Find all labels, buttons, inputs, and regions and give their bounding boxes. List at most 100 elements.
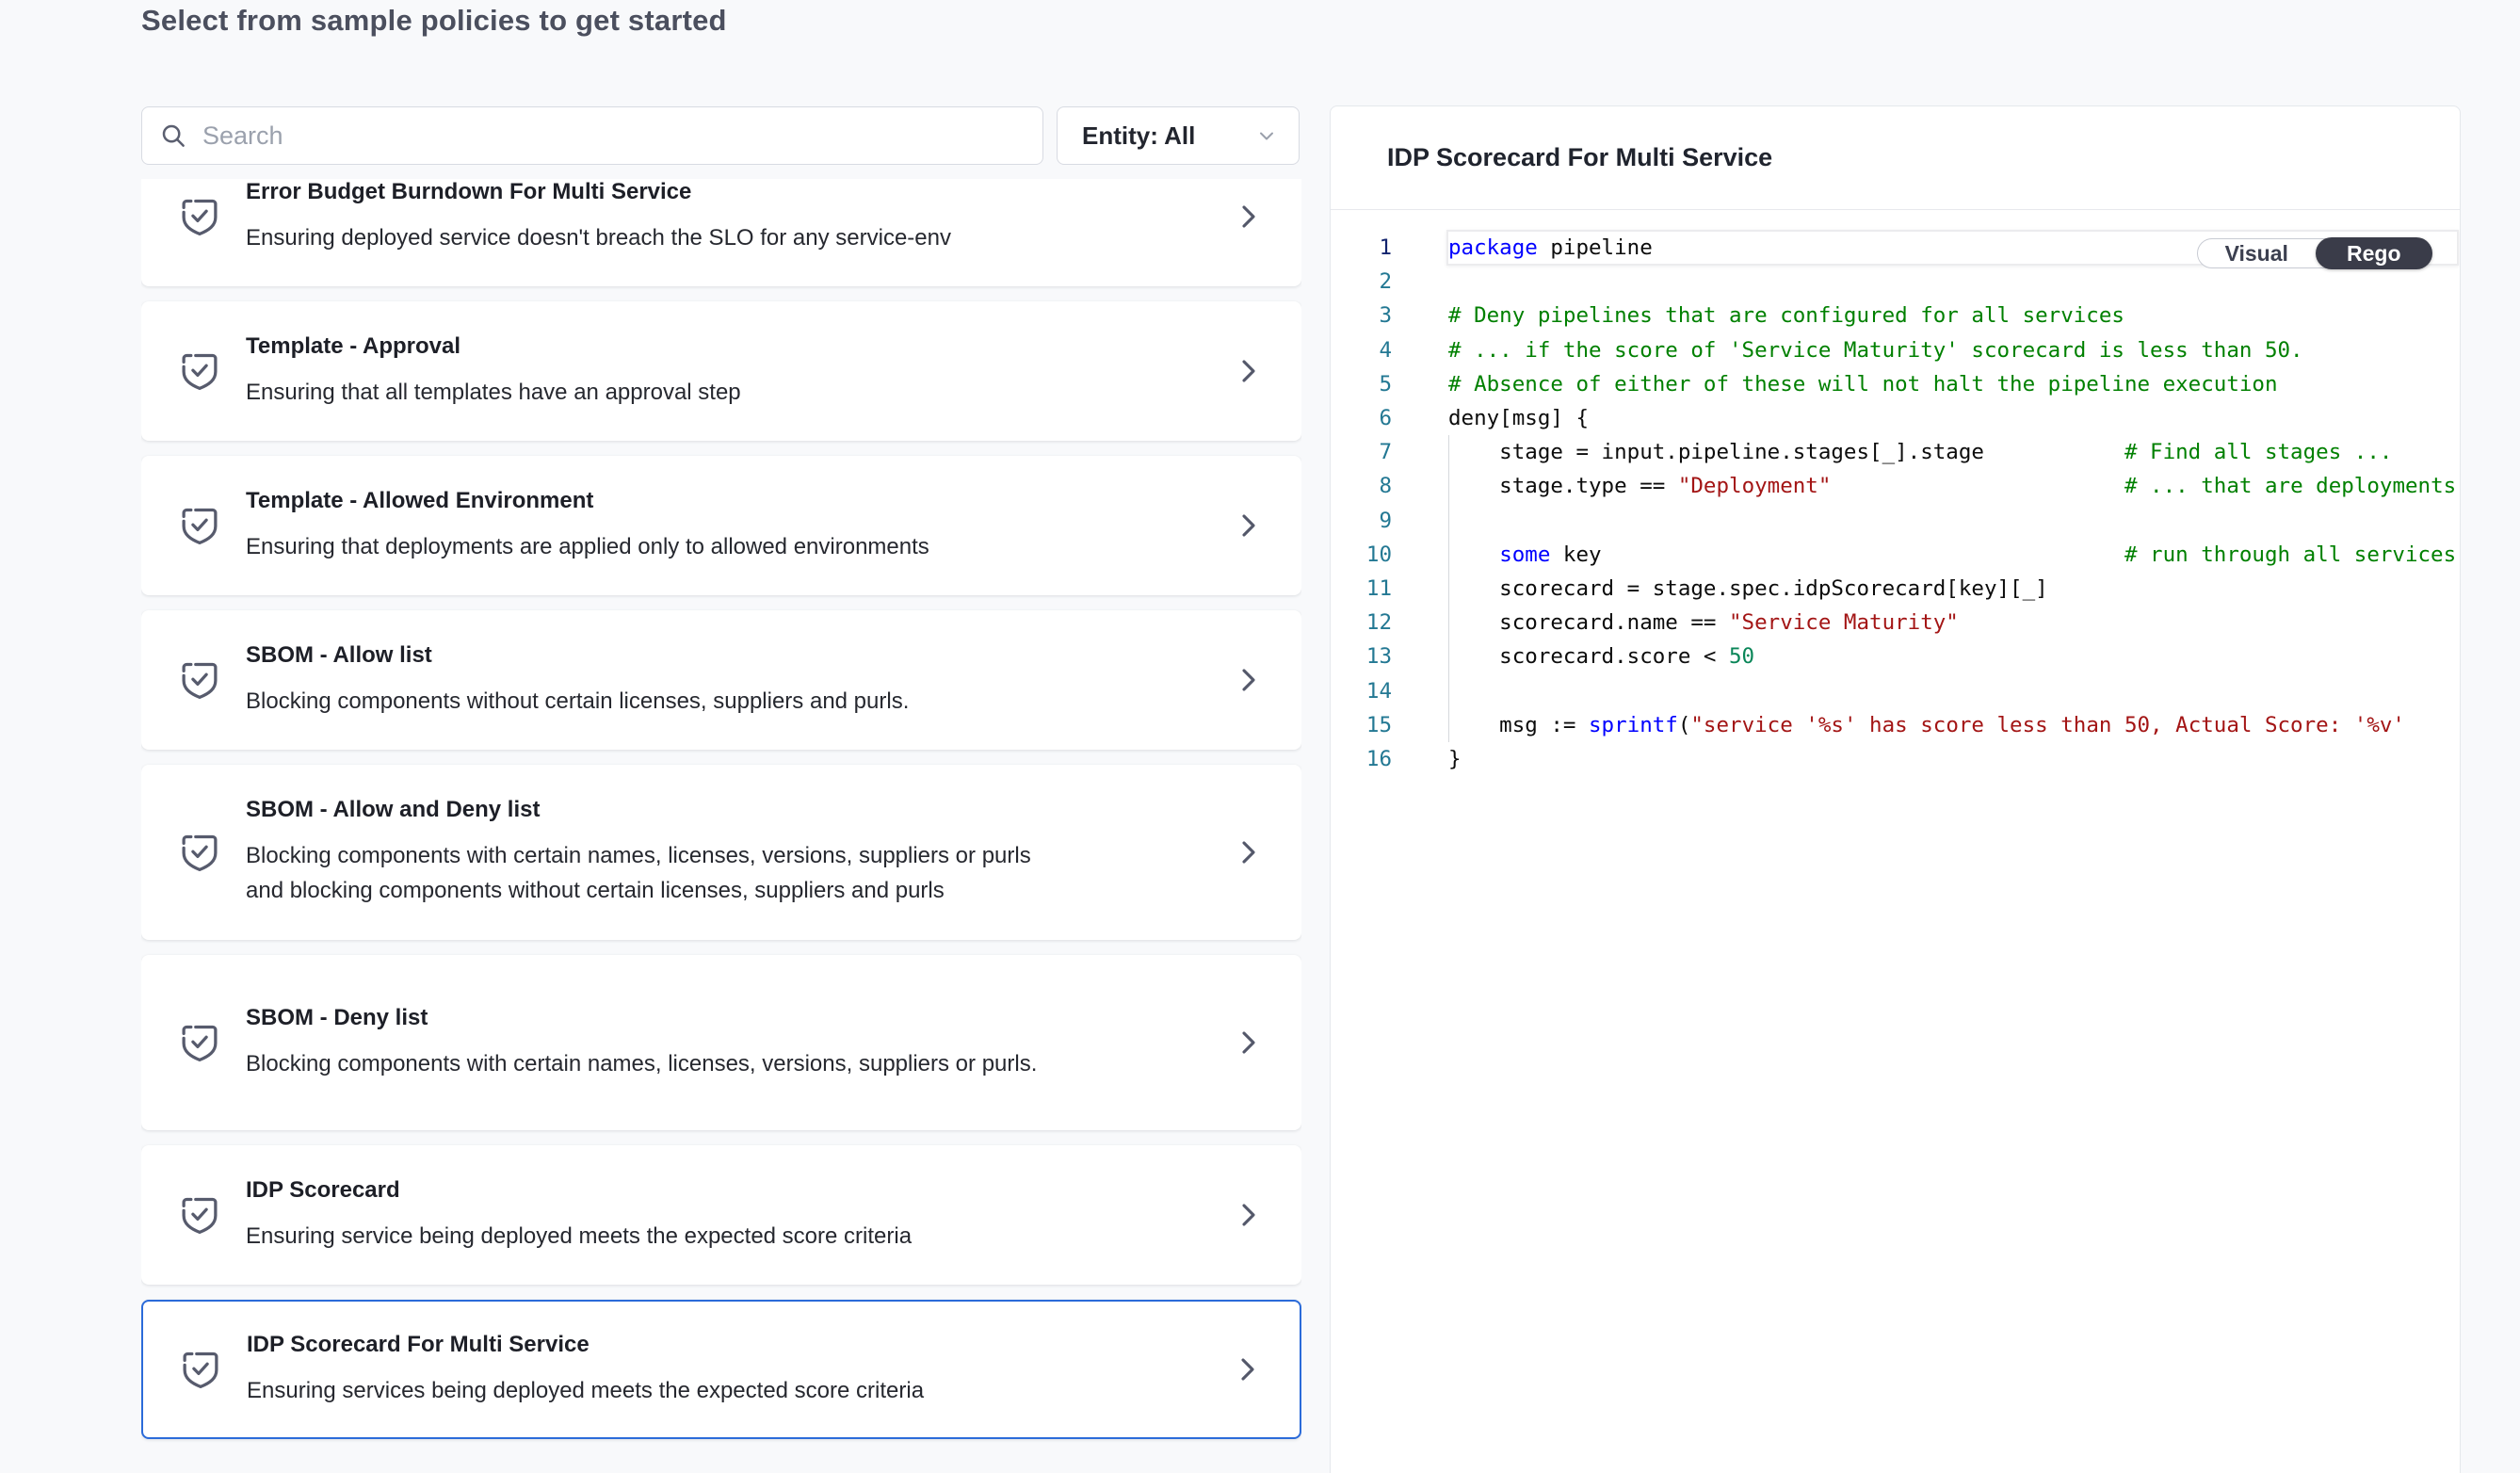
line-number: 11	[1331, 576, 1392, 601]
policy-shield-icon	[178, 830, 221, 875]
code-line-14: 14	[1331, 673, 2460, 707]
policy-card-1[interactable]: Template - Approval Ensuring that all te…	[141, 301, 1301, 441]
policy-shield-icon	[178, 503, 221, 548]
line-number: 9	[1331, 509, 1392, 533]
entity-filter-dropdown[interactable]: Entity: All	[1057, 106, 1300, 165]
preview-title: IDP Scorecard For Multi Service	[1387, 143, 1772, 172]
line-content: deny[msg] {	[1448, 406, 1589, 430]
line-content: stage.type == "Deployment" # ... that ar…	[1448, 474, 2456, 498]
code-line-13: 13 scorecard.score < 50	[1331, 639, 2460, 673]
line-content: scorecard.name == "Service Maturity"	[1448, 610, 1959, 635]
line-number: 6	[1331, 406, 1392, 430]
policy-card-4[interactable]: SBOM - Allow and Deny list Blocking comp…	[141, 765, 1301, 940]
search-input[interactable]	[202, 121, 1026, 151]
line-number: 7	[1331, 440, 1392, 464]
line-number: 2	[1331, 269, 1392, 294]
line-content: # Deny pipelines that are configured for…	[1448, 303, 2124, 328]
policy-card-title: IDP Scorecard	[246, 1177, 1208, 1204]
code-line-11: 11 scorecard = stage.spec.idpScorecard[k…	[1331, 572, 2460, 606]
chevron-right-icon[interactable]	[1233, 664, 1263, 696]
policy-shield-icon	[179, 1347, 222, 1392]
preview-header: IDP Scorecard For Multi Service	[1331, 106, 2460, 210]
policy-card-description: Ensuring that deployments are applied on…	[246, 529, 1056, 564]
search-icon	[159, 121, 187, 150]
line-content: # Absence of either of these will not ha…	[1448, 372, 2278, 397]
policy-shield-icon	[178, 1020, 221, 1065]
toggle-option-visual[interactable]: Visual	[2198, 239, 2316, 267]
code-line-3: 3 # Deny pipelines that are configured fo…	[1331, 299, 2460, 332]
line-number: 14	[1331, 679, 1392, 704]
page-title: Select from sample policies to get start…	[141, 0, 727, 41]
policy-card-title: Template - Approval	[246, 333, 1208, 360]
chevron-right-icon[interactable]	[1233, 1199, 1263, 1231]
chevron-right-icon[interactable]	[1233, 510, 1263, 542]
line-number: 15	[1331, 713, 1392, 737]
line-number: 3	[1331, 303, 1392, 328]
line-content: # ... if the score of 'Service Maturity'…	[1448, 338, 2303, 363]
code-lines: 1 package pipeline 2 3 # Deny pipelines that…	[1331, 210, 2460, 776]
line-number: 5	[1331, 372, 1392, 397]
line-content: msg := sprintf("service '%s' has score l…	[1448, 713, 2405, 737]
policy-card-title: IDP Scorecard For Multi Service	[247, 1332, 1207, 1358]
code-line-15: 15 msg := sprintf("service '%s' has scor…	[1331, 708, 2460, 742]
policy-shield-icon	[178, 657, 221, 703]
code-line-8: 8 stage.type == "Deployment" # ... that …	[1331, 469, 2460, 503]
search-box[interactable]	[141, 106, 1043, 165]
policy-card-title: SBOM - Allow and Deny list	[246, 797, 1208, 823]
toggle-option-rego[interactable]: Rego	[2316, 237, 2433, 269]
code-line-2: 2	[1331, 265, 2460, 299]
code-line-7: 7 stage = input.pipeline.stages[_].stage…	[1331, 435, 2460, 469]
policy-card-text: IDP Scorecard For Multi Service Ensuring…	[247, 1332, 1207, 1408]
policy-card-description: Blocking components with certain names, …	[246, 1046, 1056, 1081]
chevron-right-icon[interactable]	[1233, 836, 1263, 868]
rego-code-editor[interactable]: 1 package pipeline 2 3 # Deny pipelines that…	[1331, 210, 2460, 1473]
policy-card-text: Template - Allowed Environment Ensuring …	[246, 488, 1208, 564]
line-number: 8	[1331, 474, 1392, 498]
code-line-5: 5 # Absence of either of these will not h…	[1331, 367, 2460, 401]
line-number: 16	[1331, 747, 1392, 771]
line-number: 10	[1331, 542, 1392, 567]
line-content: scorecard = stage.spec.idpScorecard[key]…	[1448, 576, 2048, 601]
code-line-6: 6 deny[msg] {	[1331, 401, 2460, 435]
policy-card-2[interactable]: Template - Allowed Environment Ensuring …	[141, 456, 1301, 595]
policy-card-title: Error Budget Burndown For Multi Service	[246, 179, 1208, 205]
line-number: 12	[1331, 610, 1392, 635]
editor-mode-toggle[interactable]: Visual Rego	[2197, 238, 2432, 268]
policy-shield-icon	[178, 194, 221, 239]
policy-card-description: Blocking components with certain names, …	[246, 838, 1056, 908]
line-content: some key # run through all services	[1448, 542, 2456, 567]
policy-card-text: Template - Approval Ensuring that all te…	[246, 333, 1208, 410]
code-line-10: 10 some key # run through all services	[1331, 538, 2460, 572]
entity-filter-label: Entity: All	[1082, 121, 1195, 151]
policy-card-description: Ensuring deployed service doesn't breach…	[246, 220, 1056, 255]
policy-card-text: Error Budget Burndown For Multi Service …	[246, 179, 1208, 255]
code-line-4: 4 # ... if the score of 'Service Maturity…	[1331, 333, 2460, 367]
policy-preview-panel: IDP Scorecard For Multi Service 1 package…	[1330, 105, 2461, 1473]
policy-card-text: IDP Scorecard Ensuring service being dep…	[246, 1177, 1208, 1254]
policy-card-description: Ensuring services being deployed meets t…	[247, 1373, 1057, 1408]
policy-card-title: SBOM - Allow list	[246, 642, 1208, 669]
chevron-right-icon[interactable]	[1233, 201, 1263, 233]
policy-card-3[interactable]: SBOM - Allow list Blocking components wi…	[141, 610, 1301, 750]
line-content: scorecard.score < 50	[1448, 644, 1754, 669]
policy-card-7[interactable]: IDP Scorecard For Multi Service Ensuring…	[141, 1300, 1301, 1439]
policy-card-6[interactable]: IDP Scorecard Ensuring service being dep…	[141, 1145, 1301, 1285]
policy-card-text: SBOM - Deny list Blocking components wit…	[246, 1005, 1208, 1081]
line-content: }	[1448, 747, 1462, 771]
policy-card-title: Template - Allowed Environment	[246, 488, 1208, 514]
line-number: 13	[1331, 644, 1392, 669]
policy-card-title: SBOM - Deny list	[246, 1005, 1208, 1031]
policy-card-description: Ensuring that all templates have an appr…	[246, 375, 1056, 410]
chevron-right-icon[interactable]	[1233, 355, 1263, 387]
chevron-right-icon[interactable]	[1232, 1353, 1262, 1385]
policy-card-0[interactable]: Error Budget Burndown For Multi Service …	[141, 179, 1301, 286]
chevron-right-icon[interactable]	[1233, 1027, 1263, 1059]
policy-list: Error Budget Burndown For Multi Service …	[141, 179, 1301, 1473]
line-content: package pipeline	[1448, 235, 1653, 260]
line-number: 4	[1331, 338, 1392, 363]
chevron-down-icon	[1255, 124, 1278, 147]
line-number: 1	[1331, 235, 1392, 260]
policy-card-5[interactable]: SBOM - Deny list Blocking components wit…	[141, 955, 1301, 1130]
policy-card-description: Blocking components without certain lice…	[246, 684, 1056, 719]
policy-shield-icon	[178, 348, 221, 394]
